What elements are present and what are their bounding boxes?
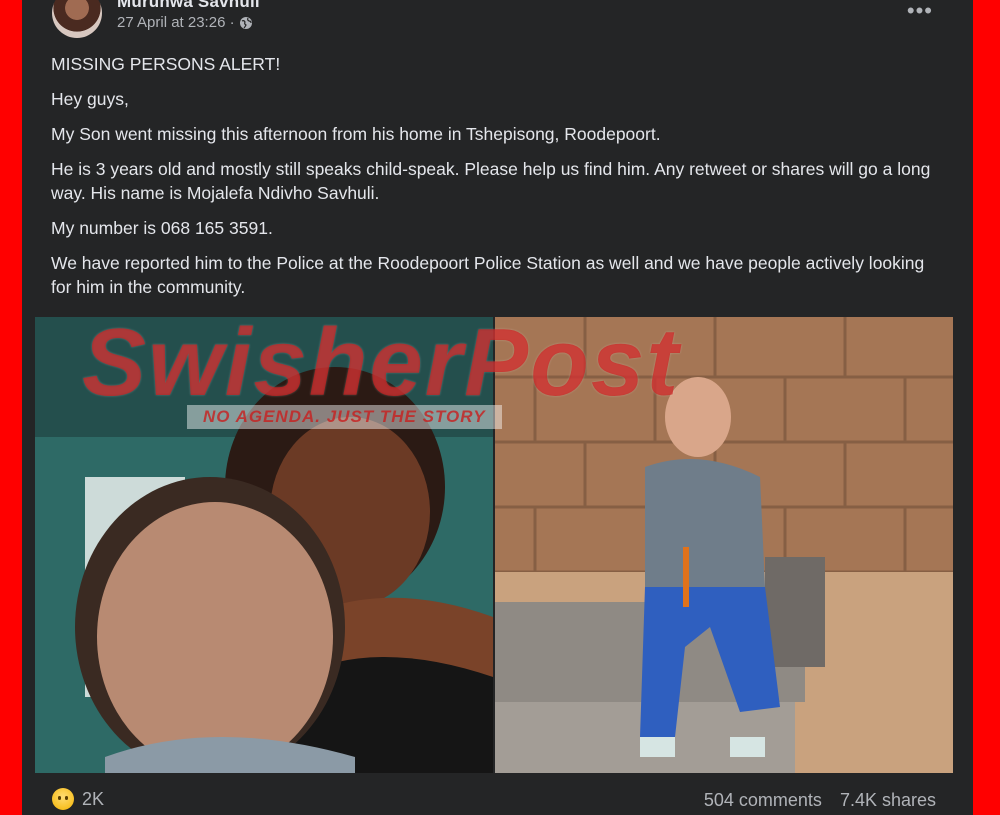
shares-count-link[interactable]: 7.4K shares <box>840 790 936 811</box>
photo-child-sitting[interactable] <box>495 317 953 773</box>
reaction-count: 2K <box>82 788 105 809</box>
photo-mother-and-child[interactable] <box>35 317 493 773</box>
reactions-summary[interactable]: 2K <box>52 788 104 810</box>
globe-icon <box>239 16 253 30</box>
post-paragraph: Hey guys, <box>51 89 129 109</box>
post-paragraph: My Son went missing this afternoon from … <box>51 124 661 144</box>
author-name[interactable]: Murunwa Savhuli <box>117 0 260 12</box>
engagement-counts: 504 comments 7.4K shares <box>704 790 936 811</box>
post-timestamp[interactable]: 27 April at 23:26 · <box>117 14 235 31</box>
more-options-button[interactable]: ••• <box>907 0 933 22</box>
post-meta: 27 April at 23:26 · <box>117 14 253 31</box>
comments-count-link[interactable]: 504 comments <box>704 790 822 811</box>
facebook-post-card: Murunwa Savhuli 27 April at 23:26 · ••• … <box>22 0 973 815</box>
post-paragraph: We have reported him to the Police at th… <box>51 253 925 297</box>
post-paragraph: My number is 068 165 3591. <box>51 218 273 238</box>
post-body: MISSING PERSONS ALERT! Hey guys, My Son … <box>51 52 931 310</box>
post-paragraph: MISSING PERSONS ALERT! <box>51 54 281 74</box>
post-media <box>35 317 953 773</box>
sad-reaction-icon <box>52 788 74 810</box>
post-footer: 2K 504 comments 7.4K shares <box>22 780 973 815</box>
author-avatar[interactable] <box>52 0 102 38</box>
post-paragraph: He is 3 years old and mostly still speak… <box>51 159 931 203</box>
